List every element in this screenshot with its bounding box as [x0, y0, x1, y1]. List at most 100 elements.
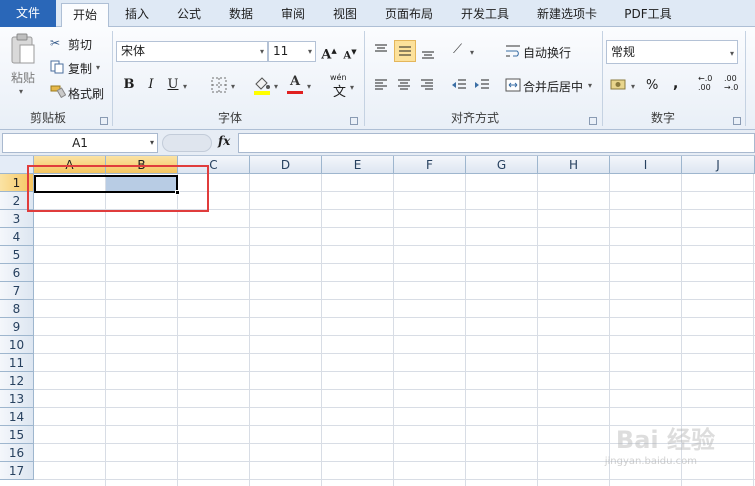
format-painter-button[interactable]: 格式刷 — [68, 85, 104, 102]
italic-button[interactable]: I — [141, 75, 161, 95]
font-color-dropdown-icon[interactable]: ▾ — [307, 82, 311, 91]
increase-decimal-button[interactable]: ←.0 .00 — [698, 74, 712, 92]
clipboard-launcher-icon[interactable] — [100, 117, 108, 125]
annotation-highlight-box — [27, 165, 209, 212]
row-header-9[interactable]: 9 — [0, 318, 34, 336]
column-header-f[interactable]: F — [394, 156, 466, 174]
merge-center-icon[interactable] — [505, 78, 521, 92]
decrease-decimal-button[interactable]: .00 →.0 — [724, 74, 738, 92]
align-right-icon[interactable] — [420, 79, 434, 91]
row-header-3[interactable]: 3 — [0, 210, 34, 228]
scissors-icon[interactable]: ✂ — [50, 36, 60, 50]
insert-function-icon[interactable]: fx — [218, 134, 230, 148]
tab-review[interactable]: 审阅 — [271, 3, 315, 27]
column-header-g[interactable]: G — [466, 156, 538, 174]
column-header-i[interactable]: I — [610, 156, 682, 174]
chevron-down-icon: ▾ — [729, 49, 734, 58]
fill-color-icon[interactable] — [253, 75, 271, 95]
alignment-launcher-icon[interactable] — [589, 117, 597, 125]
tab-new-tab[interactable]: 新建选项卡 — [527, 3, 607, 27]
name-box-value: A1 — [72, 136, 88, 150]
phonetic-dropdown-icon[interactable]: ▾ — [350, 83, 354, 92]
underline-button[interactable]: U — [163, 75, 183, 95]
fill-color-dropdown-icon[interactable]: ▾ — [274, 82, 278, 91]
tab-home[interactable]: 开始 — [61, 3, 109, 28]
row-header-17[interactable]: 17 — [0, 462, 34, 480]
row-header-16[interactable]: 16 — [0, 444, 34, 462]
font-size-select[interactable]: 11 ▾ — [268, 41, 316, 62]
tab-formulas[interactable]: 公式 — [167, 3, 211, 27]
row-header-8[interactable]: 8 — [0, 300, 34, 318]
column-header-d[interactable]: D — [250, 156, 322, 174]
format-painter-icon[interactable] — [50, 84, 66, 98]
row-header-7[interactable]: 7 — [0, 282, 34, 300]
underline-dropdown-icon[interactable]: ▾ — [183, 82, 187, 91]
font-family-select[interactable]: 宋体 ▾ — [116, 41, 268, 62]
currency-dropdown-icon[interactable]: ▾ — [631, 82, 635, 91]
formula-input[interactable] — [238, 133, 755, 153]
column-header-e[interactable]: E — [322, 156, 394, 174]
cut-button[interactable]: 剪切 — [68, 36, 92, 53]
comma-button[interactable]: , — [673, 76, 678, 92]
align-middle-button[interactable] — [394, 40, 416, 62]
ribbon-home: 粘贴 ▾ ✂ 剪切 复制 ▾ 格式刷 剪贴板 宋体 ▾ 11 ▾ A▲ A▼ B — [0, 27, 755, 130]
copy-button[interactable]: 复制 — [68, 60, 92, 77]
grow-font-button[interactable]: A▲ — [319, 41, 339, 63]
borders-dropdown-icon[interactable]: ▾ — [231, 82, 235, 91]
wrap-text-button[interactable]: 自动换行 — [523, 44, 571, 61]
row-header-5[interactable]: 5 — [0, 246, 34, 264]
tab-file[interactable]: 文件 — [0, 0, 56, 27]
orientation-icon[interactable]: ⟋ — [453, 42, 462, 57]
align-left-icon[interactable] — [374, 79, 388, 91]
font-family-value: 宋体 — [121, 44, 146, 58]
paste-dropdown-icon[interactable]: ▾ — [19, 87, 23, 96]
orientation-dropdown-icon[interactable]: ▾ — [470, 48, 474, 57]
increase-indent-icon[interactable] — [474, 78, 490, 92]
number-launcher-icon[interactable] — [733, 117, 741, 125]
row-header-10[interactable]: 10 — [0, 336, 34, 354]
group-separator — [364, 31, 365, 126]
currency-icon[interactable] — [610, 77, 628, 93]
tab-pdf-tools[interactable]: PDF工具 — [613, 3, 683, 27]
font-color-swatch — [287, 91, 303, 94]
row-header-15[interactable]: 15 — [0, 426, 34, 444]
row-header-12[interactable]: 12 — [0, 372, 34, 390]
wrap-text-icon[interactable] — [505, 44, 521, 58]
font-launcher-icon[interactable] — [350, 117, 358, 125]
row-header-4[interactable]: 4 — [0, 228, 34, 246]
borders-icon[interactable] — [211, 77, 227, 93]
copy-icon[interactable] — [50, 60, 64, 74]
row-header-6[interactable]: 6 — [0, 264, 34, 282]
tab-insert[interactable]: 插入 — [115, 3, 159, 27]
paste-label[interactable]: 粘贴 — [11, 69, 35, 86]
percent-button[interactable]: % — [646, 78, 658, 93]
align-bottom-icon[interactable] — [421, 48, 435, 60]
bold-button[interactable]: B — [119, 75, 139, 95]
row-header-14[interactable]: 14 — [0, 408, 34, 426]
tab-developer[interactable]: 开发工具 — [451, 3, 519, 27]
tab-view[interactable]: 视图 — [323, 3, 367, 27]
name-box[interactable]: A1 ▾ — [2, 133, 158, 153]
phonetic-icon[interactable]: 文 — [333, 81, 346, 100]
row-header-13[interactable]: 13 — [0, 390, 34, 408]
align-center-icon[interactable] — [397, 79, 411, 91]
merge-center-button[interactable]: 合并后居中 — [523, 78, 583, 95]
number-format-select[interactable]: 常规 ▾ — [606, 40, 738, 64]
group-separator — [745, 31, 746, 126]
column-header-j[interactable]: J — [682, 156, 755, 174]
font-color-button[interactable]: A — [285, 72, 305, 92]
tab-page-layout[interactable]: 页面布局 — [375, 3, 443, 27]
shrink-font-button[interactable]: A▼ — [340, 42, 360, 62]
chevron-down-icon: ▾ — [259, 47, 264, 56]
tab-data[interactable]: 数据 — [219, 3, 263, 27]
decrease-indent-icon[interactable] — [451, 78, 467, 92]
grow-font-icon: A — [321, 47, 332, 63]
column-header-h[interactable]: H — [538, 156, 610, 174]
align-top-icon[interactable] — [374, 44, 388, 56]
row-header-11[interactable]: 11 — [0, 354, 34, 372]
font-size-value: 11 — [273, 44, 289, 58]
paste-icon[interactable] — [10, 33, 36, 65]
merge-dropdown-icon[interactable]: ▾ — [588, 81, 592, 90]
copy-dropdown-icon[interactable]: ▾ — [96, 63, 100, 72]
ribbon-tab-bar: 文件 开始 插入 公式 数据 审阅 视图 页面布局 开发工具 新建选项卡 PDF… — [0, 0, 755, 28]
